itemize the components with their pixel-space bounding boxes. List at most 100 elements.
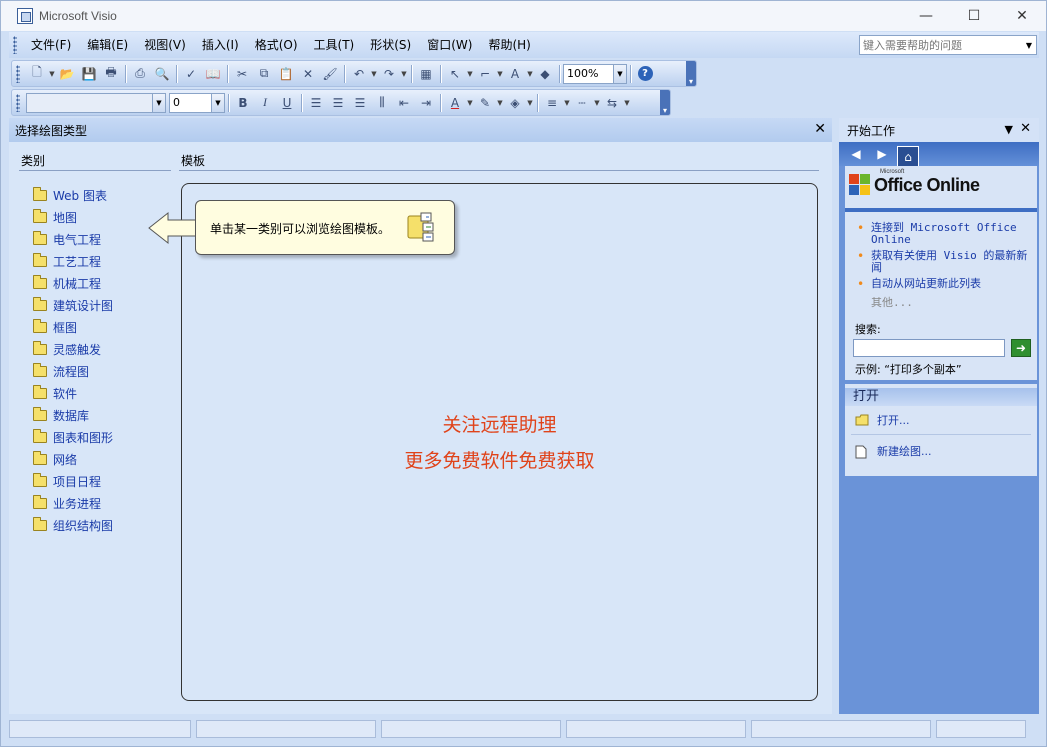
line-color-icon[interactable]: ✎ (475, 93, 495, 113)
menu-shape[interactable]: 形状(S) (362, 34, 419, 56)
align-right-icon[interactable]: ☰ (350, 93, 370, 113)
category-flowchart[interactable]: 流程图 (33, 360, 113, 382)
increase-indent-icon[interactable]: ⇥ (416, 93, 436, 113)
menu-tools[interactable]: 工具(T) (306, 34, 363, 56)
toolbar-options-icon[interactable]: ▾ (660, 90, 670, 115)
font-size-dropdown-icon[interactable]: ▼ (211, 93, 224, 112)
minimize-button[interactable]: — (902, 1, 950, 31)
line-ends-icon[interactable]: ⇆ (602, 93, 622, 113)
zoom-dropdown-icon[interactable]: ▼ (613, 64, 626, 83)
align-left-icon[interactable]: ☰ (306, 93, 326, 113)
undo-icon[interactable]: ↶ (349, 64, 369, 84)
category-block-diagram[interactable]: 框图 (33, 316, 113, 338)
new-drawing-link[interactable]: 新建绘图... (855, 443, 932, 459)
help-question-box[interactable]: ▼ (859, 35, 1037, 55)
line-ends-dropdown-icon[interactable]: ▼ (623, 99, 631, 107)
new-dropdown-icon[interactable]: ▼ (48, 70, 56, 78)
office-online-logo[interactable]: Microsoft Office Online (849, 169, 980, 196)
menu-view[interactable]: 视图(V) (136, 34, 194, 56)
help-dropdown-icon[interactable]: ▼ (1022, 36, 1036, 54)
fill-color-icon[interactable]: ◈ (505, 93, 525, 113)
menu-file[interactable]: 文件(F) (23, 34, 79, 56)
search-go-icon[interactable]: ➜ (1011, 339, 1031, 357)
menubar-grip-icon[interactable] (13, 36, 17, 54)
menu-format[interactable]: 格式(O) (247, 34, 306, 56)
link-connect-office-online[interactable]: 连接到 Microsoft Office Online (857, 222, 1033, 246)
font-size-combo[interactable]: 0 ▼ (169, 92, 225, 113)
link-auto-update[interactable]: 自动从网站更新此列表 (857, 278, 1033, 291)
line-weight-icon[interactable]: ≡ (542, 93, 562, 113)
line-pattern-icon[interactable]: ┄ (572, 93, 592, 113)
category-org-chart[interactable]: 组织结构图 (33, 514, 113, 536)
bold-button[interactable]: B (233, 93, 253, 113)
font-color-icon[interactable]: A (445, 93, 465, 113)
category-building-plan[interactable]: 建筑设计图 (33, 294, 113, 316)
help-question-input[interactable] (860, 36, 1020, 54)
back-icon[interactable]: ◀ (845, 145, 867, 163)
font-combo[interactable]: ▼ (26, 92, 166, 113)
align-center-icon[interactable]: ☰ (328, 93, 348, 113)
category-brainstorming[interactable]: 灵感触发 (33, 338, 113, 360)
save-icon[interactable]: 💾 (79, 64, 99, 84)
category-database[interactable]: 数据库 (33, 404, 113, 426)
toolbar-grip-icon[interactable] (16, 64, 20, 83)
paste-icon[interactable]: 📋 (276, 64, 296, 84)
new-icon[interactable]: 🗋 (27, 64, 47, 84)
pointer-tool-icon[interactable]: ↖ (445, 64, 465, 84)
stamp-tool-icon[interactable]: ◆ (535, 64, 555, 84)
category-web[interactable]: Web 图表 (33, 184, 113, 206)
task-pane-close-icon[interactable]: ✕ (1020, 121, 1031, 136)
copy-icon[interactable]: ⧉ (254, 64, 274, 84)
menu-insert[interactable]: 插入(I) (194, 34, 247, 56)
category-process-engineering[interactable]: 工艺工程 (33, 250, 113, 272)
print-preview-icon[interactable]: 🔍 (152, 64, 172, 84)
home-icon[interactable]: ⌂ (897, 146, 919, 166)
category-mechanical[interactable]: 机械工程 (33, 272, 113, 294)
print-icon[interactable]: ⎙ (130, 64, 150, 84)
link-latest-news[interactable]: 获取有关使用 Visio 的最新新闻 (857, 250, 1033, 274)
menu-window[interactable]: 窗口(W) (419, 34, 480, 56)
research-icon[interactable]: 📖 (203, 64, 223, 84)
category-electrical[interactable]: 电气工程 (33, 228, 113, 250)
close-button[interactable]: ✕ (998, 1, 1046, 31)
category-business-process[interactable]: 业务进程 (33, 492, 113, 514)
category-software[interactable]: 软件 (33, 382, 113, 404)
line-pattern-dropdown-icon[interactable]: ▼ (593, 99, 601, 107)
underline-button[interactable]: U (277, 93, 297, 113)
menu-help[interactable]: 帮助(H) (480, 34, 538, 56)
connector-tool-icon[interactable]: ⌐ (475, 64, 495, 84)
category-charts-graphs[interactable]: 图表和图形 (33, 426, 113, 448)
category-map[interactable]: 地图 (33, 206, 113, 228)
text-tool-icon[interactable]: A (505, 64, 525, 84)
undo-dropdown-icon[interactable]: ▼ (370, 70, 378, 78)
pointer-dropdown-icon[interactable]: ▼ (466, 70, 474, 78)
forward-icon[interactable]: ▶ (871, 145, 893, 163)
shapes-icon[interactable]: ▦ (416, 64, 436, 84)
line-color-dropdown-icon[interactable]: ▼ (496, 99, 504, 107)
toolbar-grip-icon[interactable] (16, 93, 20, 112)
maximize-button[interactable]: ☐ (950, 1, 998, 31)
decrease-indent-icon[interactable]: ⇤ (394, 93, 414, 113)
task-pane-menu-icon[interactable]: ▼ (1005, 123, 1013, 136)
pane-close-icon[interactable]: ✕ (814, 121, 826, 137)
fill-color-dropdown-icon[interactable]: ▼ (526, 99, 534, 107)
connector-dropdown-icon[interactable]: ▼ (496, 70, 504, 78)
open-folder-icon[interactable]: 📂 (57, 64, 77, 84)
line-weight-dropdown-icon[interactable]: ▼ (563, 99, 571, 107)
spelling-icon[interactable]: ✓ (181, 64, 201, 84)
redo-icon[interactable]: ↷ (379, 64, 399, 84)
format-painter-icon[interactable]: 🖌 (320, 64, 340, 84)
category-network[interactable]: 网络 (33, 448, 113, 470)
cut-icon[interactable]: ✂ (232, 64, 252, 84)
font-dropdown-icon[interactable]: ▼ (152, 93, 165, 112)
permission-icon[interactable]: 🖶 (101, 64, 121, 84)
open-file-link[interactable]: 打开... (855, 412, 910, 428)
toolbar-options-icon[interactable]: ▾ (686, 61, 696, 86)
search-input[interactable] (853, 339, 1005, 357)
text-dropdown-icon[interactable]: ▼ (526, 70, 534, 78)
zoom-combo[interactable]: 100% ▼ (563, 63, 627, 84)
menu-edit[interactable]: 编辑(E) (79, 34, 136, 56)
category-project-schedule[interactable]: 项目日程 (33, 470, 113, 492)
link-more[interactable]: 其他... (857, 294, 1033, 310)
redo-dropdown-icon[interactable]: ▼ (400, 70, 408, 78)
